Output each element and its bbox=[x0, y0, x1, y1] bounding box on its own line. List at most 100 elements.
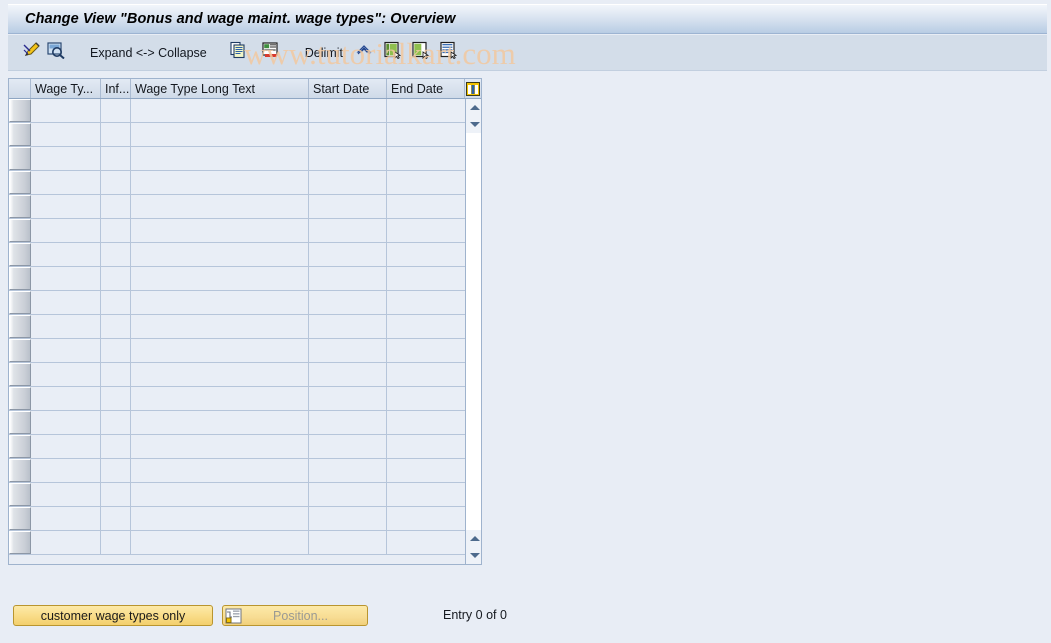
table-cell-start-date[interactable] bbox=[309, 507, 387, 530]
table-cell-long-text[interactable] bbox=[131, 219, 309, 242]
table-cell-long-text[interactable] bbox=[131, 147, 309, 170]
row-selector-button[interactable] bbox=[9, 219, 31, 242]
column-header-long-text[interactable]: Wage Type Long Text bbox=[131, 79, 309, 98]
table-settings-icon[interactable] bbox=[465, 79, 481, 98]
row-selector-button[interactable] bbox=[9, 483, 31, 506]
row-selector-button[interactable] bbox=[9, 363, 31, 386]
row-selector-button[interactable] bbox=[9, 507, 31, 530]
table-cell-long-text[interactable] bbox=[131, 459, 309, 482]
row-selector-button[interactable] bbox=[9, 243, 31, 266]
table-cell-start-date[interactable] bbox=[309, 459, 387, 482]
table-cell-long-text[interactable] bbox=[131, 267, 309, 290]
row-selector-button[interactable] bbox=[9, 531, 31, 554]
column-header-infotype[interactable]: Inf... bbox=[101, 79, 131, 98]
table-cell-infotype[interactable] bbox=[101, 243, 131, 266]
table-cell-wage-type[interactable] bbox=[31, 339, 101, 362]
table-cell-start-date[interactable] bbox=[309, 123, 387, 146]
table-cell-start-date[interactable] bbox=[309, 315, 387, 338]
column-header-wage-type[interactable]: Wage Ty... bbox=[31, 79, 101, 98]
table-row[interactable] bbox=[9, 99, 465, 123]
table-cell-wage-type[interactable] bbox=[31, 147, 101, 170]
table-cell-end-date[interactable] bbox=[387, 339, 465, 362]
table-row[interactable] bbox=[9, 459, 465, 483]
table-cell-infotype[interactable] bbox=[101, 435, 131, 458]
expand-collapse-button[interactable]: Expand <-> Collapse bbox=[84, 41, 213, 65]
table-cell-infotype[interactable] bbox=[101, 363, 131, 386]
edit-pencil-icon-button[interactable] bbox=[22, 41, 44, 65]
table-cell-long-text[interactable] bbox=[131, 195, 309, 218]
table-cell-start-date[interactable] bbox=[309, 339, 387, 362]
table-cell-infotype[interactable] bbox=[101, 99, 131, 122]
table-cell-infotype[interactable] bbox=[101, 483, 131, 506]
table-row[interactable] bbox=[9, 195, 465, 219]
row-selector-button[interactable] bbox=[9, 339, 31, 362]
scroll-up-button-top[interactable] bbox=[466, 99, 481, 116]
table-cell-long-text[interactable] bbox=[131, 387, 309, 410]
table-row[interactable] bbox=[9, 387, 465, 411]
table-cell-start-date[interactable] bbox=[309, 531, 387, 554]
table-cell-start-date[interactable] bbox=[309, 219, 387, 242]
table-cell-long-text[interactable] bbox=[131, 507, 309, 530]
table-cell-wage-type[interactable] bbox=[31, 483, 101, 506]
row-selector-button[interactable] bbox=[9, 195, 31, 218]
table-cell-wage-type[interactable] bbox=[31, 387, 101, 410]
table-cell-infotype[interactable] bbox=[101, 339, 131, 362]
table-cell-wage-type[interactable] bbox=[31, 315, 101, 338]
column-header-end-date[interactable]: End Date bbox=[387, 79, 465, 98]
table-cell-infotype[interactable] bbox=[101, 147, 131, 170]
table-cell-infotype[interactable] bbox=[101, 387, 131, 410]
table-cell-end-date[interactable] bbox=[387, 363, 465, 386]
table-vertical-scrollbar[interactable] bbox=[465, 99, 481, 564]
table-cell-end-date[interactable] bbox=[387, 99, 465, 122]
delete-row-button[interactable] bbox=[261, 41, 283, 65]
table-cell-wage-type[interactable] bbox=[31, 291, 101, 314]
table-row[interactable] bbox=[9, 483, 465, 507]
table-row[interactable] bbox=[9, 219, 465, 243]
table-cell-wage-type[interactable] bbox=[31, 411, 101, 434]
table-cell-start-date[interactable] bbox=[309, 147, 387, 170]
table-cell-infotype[interactable] bbox=[101, 531, 131, 554]
table-cell-infotype[interactable] bbox=[101, 123, 131, 146]
table-cell-start-date[interactable] bbox=[309, 291, 387, 314]
table-cell-end-date[interactable] bbox=[387, 483, 465, 506]
row-selector-button[interactable] bbox=[9, 99, 31, 122]
table-row[interactable] bbox=[9, 315, 465, 339]
table-cell-long-text[interactable] bbox=[131, 171, 309, 194]
scroll-down-button-top[interactable] bbox=[466, 116, 481, 133]
select-all-button[interactable] bbox=[383, 41, 405, 65]
table-cell-infotype[interactable] bbox=[101, 459, 131, 482]
table-cell-start-date[interactable] bbox=[309, 387, 387, 410]
table-cell-end-date[interactable] bbox=[387, 267, 465, 290]
table-cell-wage-type[interactable] bbox=[31, 171, 101, 194]
table-cell-long-text[interactable] bbox=[131, 483, 309, 506]
undo-button[interactable] bbox=[355, 41, 377, 65]
table-cell-infotype[interactable] bbox=[101, 171, 131, 194]
table-cell-wage-type[interactable] bbox=[31, 531, 101, 554]
row-selector-button[interactable] bbox=[9, 171, 31, 194]
table-cell-long-text[interactable] bbox=[131, 363, 309, 386]
row-selector-button[interactable] bbox=[9, 291, 31, 314]
row-selector-button[interactable] bbox=[9, 387, 31, 410]
table-cell-long-text[interactable] bbox=[131, 411, 309, 434]
table-cell-long-text[interactable] bbox=[131, 243, 309, 266]
table-cell-end-date[interactable] bbox=[387, 123, 465, 146]
scroll-up-button-bottom[interactable] bbox=[466, 530, 481, 547]
delimit-button[interactable]: Delimit bbox=[299, 41, 349, 65]
table-cell-end-date[interactable] bbox=[387, 459, 465, 482]
deselect-all-button[interactable] bbox=[411, 41, 433, 65]
table-cell-wage-type[interactable] bbox=[31, 363, 101, 386]
table-cell-long-text[interactable] bbox=[131, 99, 309, 122]
table-cell-wage-type[interactable] bbox=[31, 267, 101, 290]
table-cell-start-date[interactable] bbox=[309, 243, 387, 266]
table-row[interactable] bbox=[9, 171, 465, 195]
table-cell-start-date[interactable] bbox=[309, 363, 387, 386]
table-cell-end-date[interactable] bbox=[387, 411, 465, 434]
table-cell-long-text[interactable] bbox=[131, 435, 309, 458]
scroll-down-button-bottom[interactable] bbox=[466, 547, 481, 564]
table-row[interactable] bbox=[9, 339, 465, 363]
table-row[interactable] bbox=[9, 267, 465, 291]
table-cell-start-date[interactable] bbox=[309, 483, 387, 506]
table-cell-infotype[interactable] bbox=[101, 507, 131, 530]
table-cell-wage-type[interactable] bbox=[31, 459, 101, 482]
table-cell-infotype[interactable] bbox=[101, 315, 131, 338]
